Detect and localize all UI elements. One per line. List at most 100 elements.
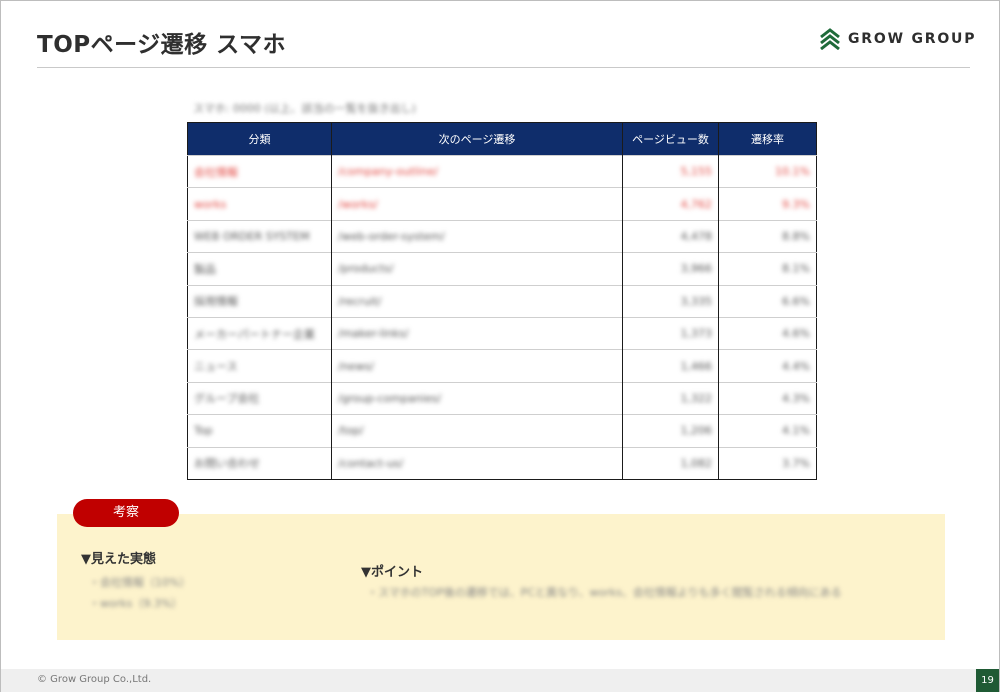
table-row: Top/top/1,206 4.1% (187, 414, 817, 448)
point-item: ・スマホのTOP後の遷移では、PCと異なり、works、会社情報よりも多く閲覧さ… (367, 586, 842, 599)
cell-rate: 3.7% (718, 446, 817, 480)
cell-next-page-text: /works/ (338, 197, 378, 211)
cell-category: Top (187, 414, 332, 448)
cell-category: メーカーパートナー企業 (187, 316, 332, 350)
table-row: WEB ORDER SYSTEM/web-order-system/4,478 8… (187, 219, 817, 253)
cell-rate-text: 6.6% (782, 294, 810, 308)
table-row: メーカーパートナー企業/maker-links/1,373 4.6% (187, 316, 817, 350)
cell-category-text: 製品 (194, 262, 216, 276)
cell-rate: 10.1% (718, 154, 817, 188)
cell-rate-text: 9.3% (782, 197, 810, 211)
table-row: works/works/4,762 9.3% (187, 187, 817, 221)
tree-icon (820, 28, 840, 50)
cell-pageviews: 1,082 (622, 446, 719, 480)
cell-pageviews: 3,335 (622, 284, 719, 318)
cell-category-text: Top (194, 424, 213, 438)
table-row: お問い合わせ/contact-us/1,082 3.7% (187, 446, 817, 480)
cell-pageviews: 3,966 (622, 252, 719, 286)
cell-pageviews: 1,466 (622, 349, 719, 383)
cell-next-page-text: /group-companies/ (338, 391, 442, 405)
cell-next-page: /company-outline/ (331, 154, 623, 188)
cell-pageviews-text: 5,155 (680, 165, 713, 179)
cell-next-page: /products/ (331, 252, 623, 286)
cell-rate-text: 4.4% (782, 359, 810, 373)
cell-rate: 8.1% (718, 252, 817, 286)
table-row: ニュース/news/1,466 4.4% (187, 349, 817, 383)
cell-rate: 8.8% (718, 219, 817, 253)
copyright: © Grow Group Co.,Ltd. (37, 674, 152, 685)
cell-category: 製品 (187, 252, 332, 286)
cell-pageviews-text: 1,466 (680, 359, 713, 373)
cell-rate: 9.3% (718, 187, 817, 221)
cell-category: works (187, 187, 332, 221)
cell-rate-text: 10.1% (775, 165, 810, 179)
cell-category: ニュース (187, 349, 332, 383)
cell-next-page: /web-order-system/ (331, 219, 623, 253)
cell-next-page: /news/ (331, 349, 623, 383)
cell-pageviews: 5,155 (622, 154, 719, 188)
cell-category: 採用情報 (187, 284, 332, 318)
cell-category-text: お問い合わせ (194, 457, 260, 471)
cell-rate: 4.6% (718, 316, 817, 350)
page-transition-table: 分類 次のページ遷移 ページビュー数 遷移率 会社情報/company-outl… (187, 122, 817, 480)
cell-pageviews-text: 1,373 (680, 327, 713, 341)
table-row: 会社情報/company-outline/5,155 10.1% (187, 154, 817, 188)
footer: © Grow Group Co.,Ltd. 19 (1, 669, 999, 692)
cell-rate: 4.3% (718, 381, 817, 415)
insight-label: 考察 (73, 499, 179, 527)
cell-category: 会社情報 (187, 154, 332, 188)
cell-category-text: ニュース (194, 360, 238, 374)
cell-pageviews: 1,206 (622, 414, 719, 448)
point-heading: ▼ポイント (361, 565, 423, 580)
column-header-pageviews: ページビュー数 (622, 122, 719, 156)
cell-category-text: メーカーパートナー企業 (194, 327, 315, 341)
cell-next-page: /works/ (331, 187, 623, 221)
cell-pageviews-text: 4,762 (680, 197, 713, 211)
cell-next-page: /maker-links/ (331, 316, 623, 350)
cell-rate-text: 4.6% (782, 327, 810, 341)
page-number: 19 (976, 669, 999, 692)
column-header-rate: 遷移率 (718, 122, 817, 156)
cell-next-page-text: /contact-us/ (338, 456, 404, 470)
logo-text: GROW GROUP (848, 31, 977, 47)
cell-category-text: works (194, 197, 227, 211)
column-header-next-page: 次のページ遷移 (331, 122, 623, 156)
seen-item: ・会社情報（10%） (89, 576, 191, 589)
title-divider (37, 67, 970, 68)
cell-pageviews: 4,478 (622, 219, 719, 253)
cell-category-text: WEB ORDER SYSTEM (194, 229, 310, 243)
cell-pageviews: 4,762 (622, 187, 719, 221)
cell-category: お問い合わせ (187, 446, 332, 480)
table-row: 採用情報/recruit/3,335 6.6% (187, 284, 817, 318)
cell-pageviews-text: 3,966 (680, 262, 713, 276)
table-header-row: 分類 次のページ遷移 ページビュー数 遷移率 (187, 122, 817, 156)
cell-next-page: /contact-us/ (331, 446, 623, 480)
table-row: グループ会社/group-companies/1,322 4.3% (187, 381, 817, 415)
cell-rate-text: 3.7% (782, 456, 810, 470)
cell-rate-text: 4.3% (782, 391, 810, 405)
cell-next-page-text: /web-order-system/ (338, 229, 445, 243)
cell-category: グループ会社 (187, 381, 332, 415)
cell-next-page-text: /recruit/ (338, 294, 382, 308)
cell-pageviews: 1,322 (622, 381, 719, 415)
cell-rate: 4.1% (718, 414, 817, 448)
cell-next-page-text: /top/ (338, 424, 364, 438)
cell-pageviews-text: 1,206 (680, 424, 713, 438)
cell-rate-text: 8.8% (782, 229, 810, 243)
cell-next-page: /group-companies/ (331, 381, 623, 415)
cell-next-page-text: /company-outline/ (338, 165, 438, 179)
cell-pageviews-text: 1,082 (680, 456, 713, 470)
cell-next-page: /recruit/ (331, 284, 623, 318)
cell-category-text: 会社情報 (194, 165, 238, 179)
cell-category-text: グループ会社 (194, 392, 260, 406)
cell-pageviews-text: 4,478 (680, 229, 713, 243)
cell-category: WEB ORDER SYSTEM (187, 219, 332, 253)
cell-next-page: /top/ (331, 414, 623, 448)
cell-rate-text: 4.1% (782, 424, 810, 438)
cell-rate: 6.6% (718, 284, 817, 318)
seen-item: ・works（9.3%） (89, 597, 183, 610)
table-caption: スマホ: 0000 (以上、該当の一覧を抜き出し) (193, 102, 416, 115)
cell-next-page-text: /maker-links/ (338, 327, 409, 341)
seen-heading: ▼見えた実態 (81, 552, 156, 567)
column-header-category: 分類 (187, 122, 332, 156)
